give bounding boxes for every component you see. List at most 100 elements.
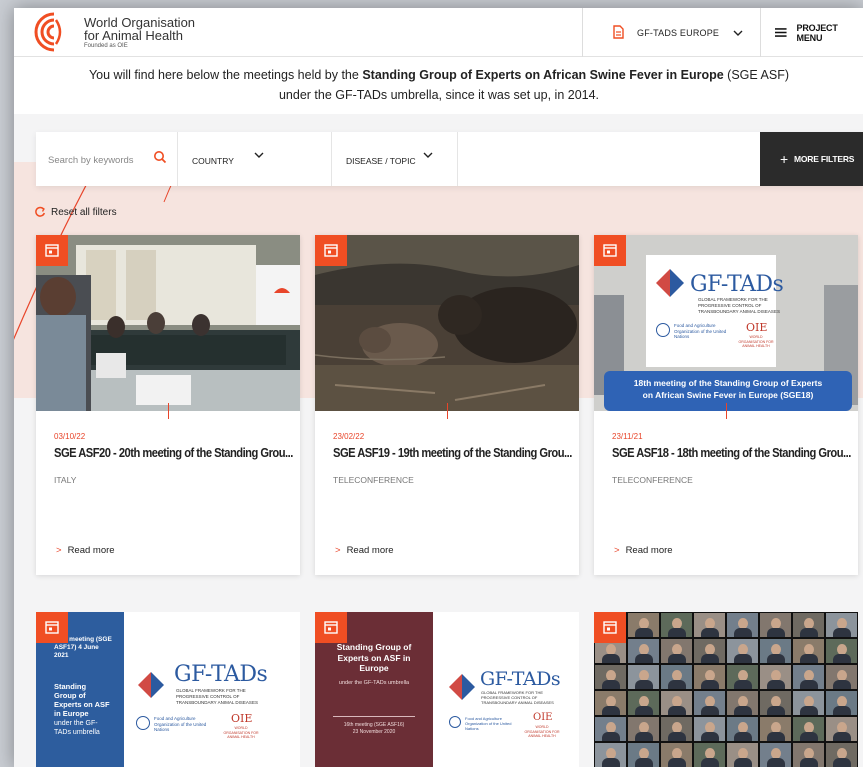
video-tile [595, 691, 626, 715]
participant-body [602, 732, 620, 741]
video-conference-grid[interactable] [594, 612, 858, 767]
video-tile [727, 743, 758, 767]
video-tile [694, 717, 725, 741]
video-tile [628, 665, 659, 689]
read-more-link[interactable]: > Read more [614, 545, 673, 556]
fao-name: Food and Agriculture Organization of the… [154, 716, 207, 732]
search-icon[interactable] [153, 150, 167, 164]
read-more-label: Read more [346, 545, 394, 556]
participant-body [602, 706, 620, 715]
read-more-link[interactable]: > Read more [56, 545, 115, 556]
meeting-title[interactable]: SGE ASF19 - 19th meeting of the Standing… [333, 445, 572, 460]
org-founded-note: Founded as OIE [84, 43, 128, 49]
meeting-card[interactable] [594, 612, 858, 767]
standing-group-title-line: in Europe [54, 709, 89, 718]
meeting-number-date: 16th meeting (SGE ASF16) 23 November 202… [315, 722, 433, 736]
video-tile [595, 665, 626, 689]
meeting-card[interactable]: 03/10/22 SGE ASF20 - 20th meeting of the… [36, 235, 300, 575]
standing-group-title-line: Standing [54, 682, 87, 691]
search-input[interactable]: Search by keywords [48, 155, 134, 166]
participant-body [833, 628, 851, 637]
calendar-icon [603, 621, 617, 634]
video-tile [760, 743, 791, 767]
meeting-title[interactable]: SGE ASF20 - 20th meeting of the Standing… [54, 445, 293, 460]
video-tile [628, 613, 659, 637]
meeting-card[interactable]: 17th meeting (SGE ASF17) 4 June 2021 Sta… [36, 612, 300, 767]
disease-topic-dropdown-label: DISEASE / TOPIC [346, 156, 416, 166]
intro-section: You will find here below the meetings he… [14, 57, 863, 114]
meeting-card[interactable]: Standing Group of Experts on ASF in Euro… [315, 612, 579, 767]
banner-divider [333, 716, 415, 717]
video-tile [760, 639, 791, 663]
participant-body [602, 680, 620, 689]
participant-body [602, 654, 620, 663]
more-filters-button[interactable]: + MORE FILTERS [760, 132, 863, 186]
participant-body [602, 758, 620, 767]
meeting-photo-wild-boar[interactable] [315, 235, 579, 411]
standing-group-title-line: Europe [359, 663, 389, 673]
standing-group-title-line: Standing Group of [336, 642, 412, 652]
video-tile [727, 613, 758, 637]
conference-photo [36, 235, 300, 411]
calendar-badge [594, 235, 626, 266]
video-tile [793, 665, 824, 689]
oie-logo: OIE [746, 321, 768, 334]
search-field[interactable]: Search by keywords [36, 132, 178, 186]
chevron-right-icon: > [56, 545, 62, 556]
participant-body [701, 680, 719, 689]
participant-body [701, 654, 719, 663]
meeting-date: 03/10/22 [54, 432, 86, 441]
woah-logo-icon[interactable] [34, 12, 74, 52]
read-more-link[interactable]: > Read more [335, 545, 394, 556]
video-tile [760, 613, 791, 637]
project-menu-button[interactable]: PROJECT MENU [761, 8, 863, 57]
gf-tads-brand: GF-TADs [480, 668, 561, 690]
meeting-card[interactable]: 23/02/22 SGE ASF19 - 19th meeting of the… [315, 235, 579, 575]
video-tile [826, 743, 857, 767]
participant-body [767, 654, 785, 663]
video-tile [661, 743, 692, 767]
intro-text-start: You will find here below the meetings he… [88, 68, 363, 82]
fao-logo-icon [449, 716, 461, 728]
video-tile [727, 665, 758, 689]
participant-body [833, 732, 851, 741]
gf-tads-subtitle-line: TRANSBOUNDARY ANIMAL DISEASES [176, 700, 258, 705]
video-tile [628, 743, 659, 767]
card-divider-tick [168, 403, 169, 419]
meeting-card[interactable]: GF-TADs GLOBAL FRAMEWORK FOR THE PROGRES… [594, 235, 858, 575]
participant-body [635, 628, 653, 637]
participant-body [635, 706, 653, 715]
participant-body [800, 680, 818, 689]
participant-body [800, 654, 818, 663]
participant-body [734, 654, 752, 663]
meeting-photo-conference-room[interactable] [36, 235, 300, 411]
video-tile [826, 639, 857, 663]
video-tile [595, 743, 626, 767]
standing-group-title: Standing Group of Experts on ASF in Euro… [315, 642, 433, 674]
country-dropdown[interactable]: COUNTRY [178, 132, 332, 186]
oie-logo: OIE [231, 712, 253, 725]
meeting-title[interactable]: SGE ASF18 - 18th meeting of the Standing… [612, 445, 851, 460]
calendar-badge [36, 235, 68, 266]
calendar-badge [315, 612, 347, 643]
browser-frame: World Organisation for Animal Health Fou… [14, 8, 863, 767]
hamburger-menu-icon [775, 28, 787, 37]
meeting-banner-gf-tads[interactable]: GF-TADs GLOBAL FRAMEWORK FOR THE PROGRES… [594, 235, 858, 411]
participant-body [833, 758, 851, 767]
reset-filters-label: Reset all filters [51, 206, 117, 218]
intro-text: You will find here below the meetings he… [84, 65, 794, 105]
participant-body [668, 628, 686, 637]
meeting-banner-text: 18th meeting of the Standing Group of Ex… [608, 377, 848, 401]
standing-group-title-line: Experts on ASF in [337, 652, 411, 663]
gf-tads-subtitle: GLOBAL FRAMEWORK FOR THE PROGRESSIVE CON… [698, 297, 780, 315]
standing-group-title-line: Group of [54, 691, 86, 700]
disease-topic-dropdown[interactable]: DISEASE / TOPIC [332, 132, 458, 186]
video-tile [661, 665, 692, 689]
reset-filters-link[interactable]: Reset all filters [34, 206, 117, 218]
filter-bar: Search by keywords COUNTRY DISEASE / TOP… [36, 132, 863, 186]
region-selector[interactable]: GF-TADS EUROPE [582, 8, 761, 57]
standing-group-title: Standing Group of Experts on ASF in Euro… [54, 682, 110, 718]
participant-body [635, 654, 653, 663]
organisation-name[interactable]: World Organisation for Animal Health Fou… [84, 16, 195, 51]
video-tile [694, 613, 725, 637]
